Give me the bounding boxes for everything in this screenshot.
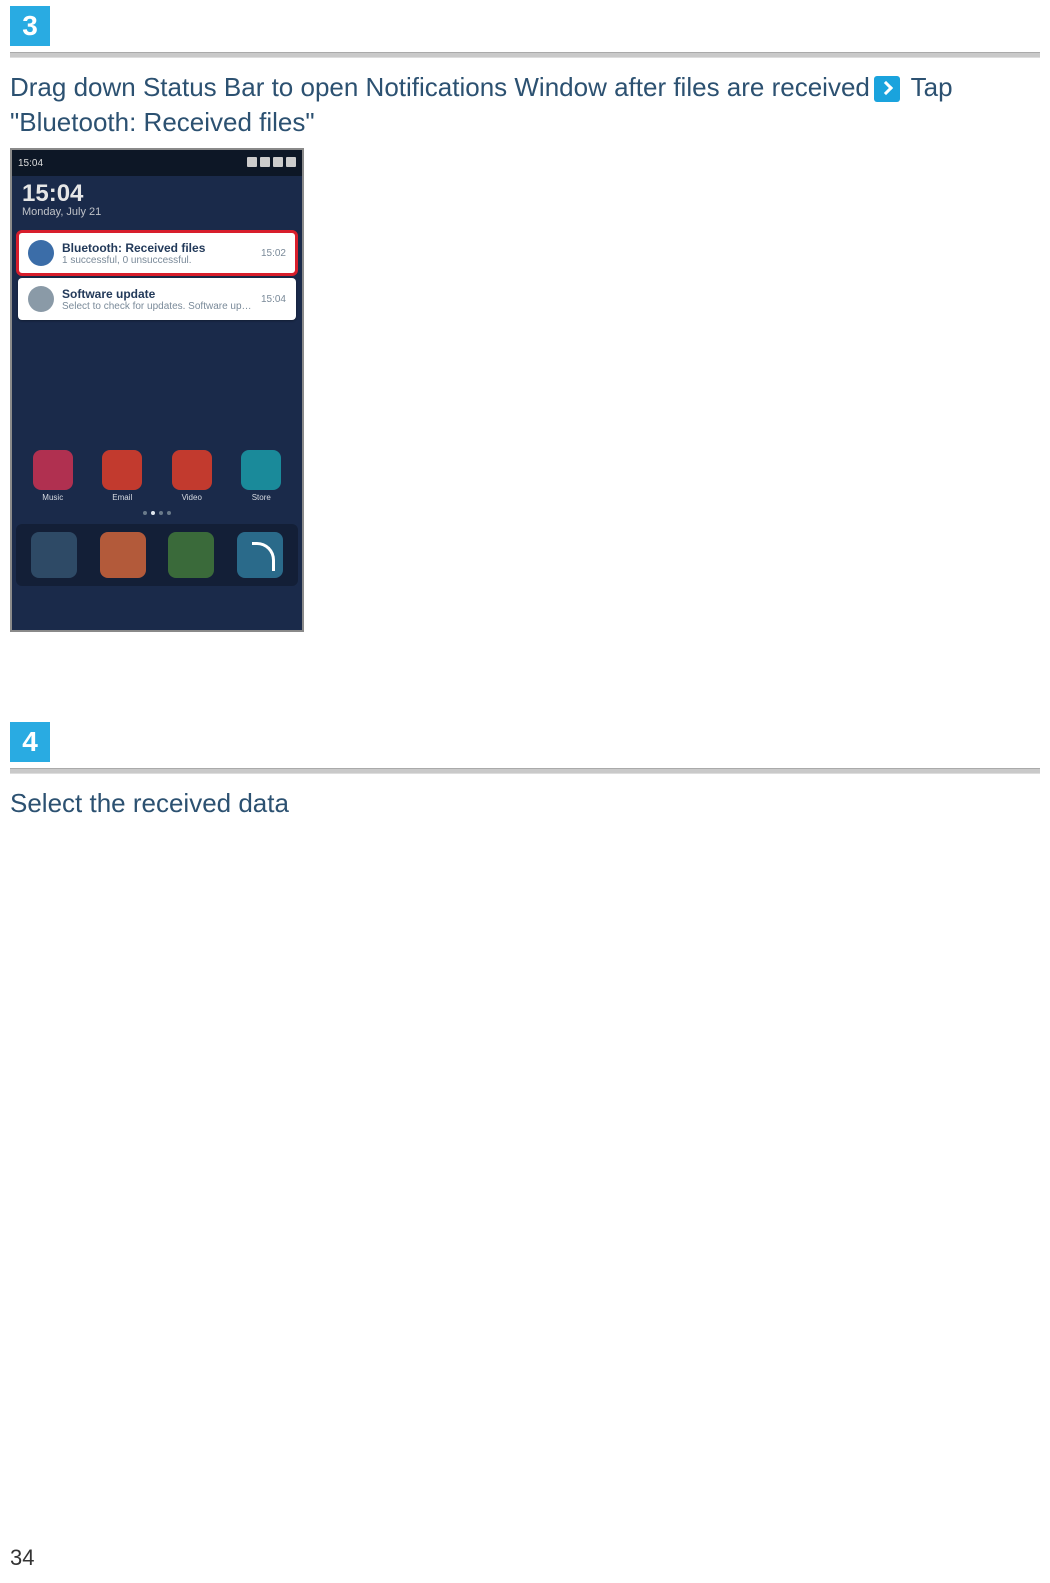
arrow-right-icon <box>874 76 900 102</box>
step-4-text: Select the received data <box>10 786 1040 821</box>
page-indicator <box>12 506 302 520</box>
video-icon <box>172 450 212 490</box>
email-icon <box>102 450 142 490</box>
phone-screenshot: 15:04 15:04 Monday, July 21 Bluetooth: R… <box>10 148 304 632</box>
step-3-text: Drag down Status Bar to open Notificatio… <box>10 70 1040 140</box>
app-label: Video <box>182 493 202 502</box>
page-number: 34 <box>10 1545 34 1571</box>
phone-date: Monday, July 21 <box>22 206 292 218</box>
notification-software-update[interactable]: Software update Select to check for upda… <box>18 278 296 320</box>
dock-app-3-icon[interactable] <box>168 532 214 578</box>
phone-time: 15:04 <box>22 182 292 206</box>
notification-title: Bluetooth: Received files <box>62 241 253 255</box>
step-4-section: 4 Select the received data <box>10 722 1040 821</box>
dock-phone-icon[interactable] <box>237 532 283 578</box>
app-email[interactable]: Email <box>98 450 146 502</box>
notification-subtitle: Select to check for updates. Software up… <box>62 301 253 312</box>
app-label: Store <box>252 493 271 502</box>
app-label: Music <box>42 493 63 502</box>
step-badge-4: 4 <box>10 722 50 762</box>
notification-subtitle: 1 successful, 0 unsuccessful. <box>62 255 253 266</box>
step-3-section: 3 Drag down Status Bar to open Notificat… <box>10 6 1040 632</box>
phone-date-block: 15:04 Monday, July 21 <box>12 176 302 228</box>
app-store[interactable]: Store <box>237 450 285 502</box>
notification-bluetooth[interactable]: Bluetooth: Received files 1 successful, … <box>18 232 296 274</box>
divider <box>10 52 1040 58</box>
app-music[interactable]: Music <box>29 450 77 502</box>
notification-body: Software update Select to check for upda… <box>62 287 253 312</box>
phone-status-bar: 15:04 <box>12 150 302 176</box>
step-badge-3: 3 <box>10 6 50 46</box>
app-label: Email <box>112 493 132 502</box>
phone-dock <box>16 524 298 586</box>
store-icon <box>241 450 281 490</box>
music-icon <box>33 450 73 490</box>
status-icons <box>244 157 296 170</box>
phone-wallpaper-gap <box>12 324 302 444</box>
dock-app-1-icon[interactable] <box>31 532 77 578</box>
bluetooth-icon <box>28 240 54 266</box>
app-video[interactable]: Video <box>168 450 216 502</box>
document-page: 3 Drag down Status Bar to open Notificat… <box>0 6 1050 1583</box>
phone-app-row: Music Email Video Store <box>12 444 302 502</box>
notification-title: Software update <box>62 287 253 301</box>
divider <box>10 768 1040 774</box>
step-3-text-before: Drag down Status Bar to open Notificatio… <box>10 72 870 102</box>
status-clock: 15:04 <box>18 158 43 169</box>
dock-app-2-icon[interactable] <box>100 532 146 578</box>
step-4-text-before: Select the received data <box>10 788 289 818</box>
notification-time: 15:02 <box>261 248 286 259</box>
notification-time: 15:04 <box>261 294 286 305</box>
update-icon <box>28 286 54 312</box>
notification-body: Bluetooth: Received files 1 successful, … <box>62 241 253 266</box>
